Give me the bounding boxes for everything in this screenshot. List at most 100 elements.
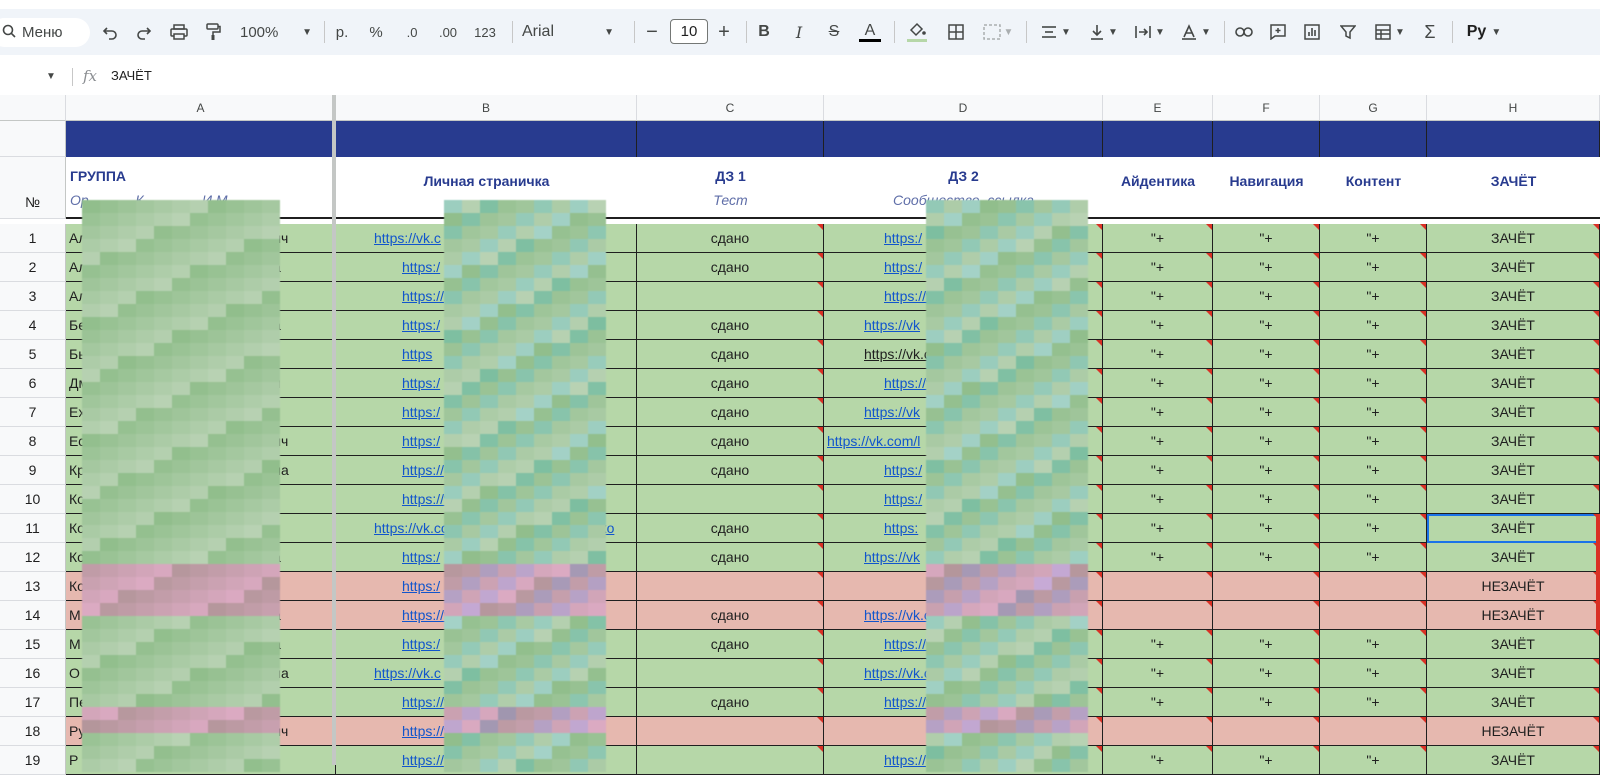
comment-icon[interactable] [1266,9,1290,55]
credit-cell[interactable]: ЗАЧЁТ [1427,543,1600,572]
identity-cell[interactable]: "+ [1103,340,1213,369]
content-cell[interactable] [1320,717,1427,746]
credit-cell[interactable]: ЗАЧЁТ [1427,688,1600,717]
content-cell[interactable]: "+ [1320,282,1427,311]
row-header[interactable]: 16 [0,659,66,688]
dz1-cell[interactable]: сдано [637,601,824,630]
row-header[interactable]: 8 [0,427,66,456]
content-cell[interactable]: "+ [1320,369,1427,398]
navigation-cell[interactable]: "+ [1213,398,1320,427]
row-header[interactable]: 10 [0,485,66,514]
navigation-cell[interactable]: "+ [1213,311,1320,340]
content-cell[interactable]: "+ [1320,427,1427,456]
align-vertical-icon[interactable]: ▼ [1084,9,1124,55]
row-header[interactable]: 1 [0,224,66,253]
content-cell[interactable]: "+ [1320,253,1427,282]
personal-page-link[interactable]: https://vk.c [374,230,441,246]
credit-cell[interactable]: ЗАЧЁТ [1427,311,1600,340]
row-header[interactable]: 7 [0,398,66,427]
undo-icon[interactable] [98,9,122,55]
row-header[interactable]: 13 [0,572,66,601]
content-cell[interactable]: "+ [1320,659,1427,688]
credit-cell[interactable]: ЗАЧЁТ [1427,282,1600,311]
identity-cell[interactable]: "+ [1103,514,1213,543]
credit-cell[interactable]: НЕЗАЧЁТ [1427,601,1600,630]
personal-page-link[interactable]: https:/ [402,375,440,391]
identity-cell[interactable] [1103,601,1213,630]
personal-page-link[interactable]: https:/ [402,549,440,565]
credit-cell[interactable]: НЕЗАЧЁТ [1427,572,1600,601]
navigation-cell[interactable]: "+ [1213,659,1320,688]
dz1-cell[interactable]: сдано [637,253,824,282]
navigation-cell[interactable]: "+ [1213,688,1320,717]
content-cell[interactable]: "+ [1320,746,1427,775]
column-header-g[interactable]: G [1320,95,1427,121]
identity-cell[interactable]: "+ [1103,543,1213,572]
community-link[interactable]: https://vk.c [864,346,931,362]
personal-page-link[interactable]: https://vk.c [374,665,441,681]
zoom-dropdown[interactable]: 100% ▼ [236,9,316,55]
bold-button[interactable]: B [752,9,776,55]
personal-page-link[interactable]: https:// [402,752,444,768]
functions-icon[interactable]: Σ [1418,9,1442,55]
navigation-cell[interactable]: "+ [1213,369,1320,398]
column-header-b[interactable]: B [336,95,637,121]
spreadsheet-grid[interactable]: ABCDEFGHI№ГРУППАОр К И.М.Личная страничк… [0,95,1600,775]
dz1-cell[interactable]: сдано [637,427,824,456]
dz1-cell[interactable]: сдано [637,514,824,543]
identity-cell[interactable] [1103,572,1213,601]
italic-button[interactable]: I [787,9,811,55]
dz1-cell[interactable]: сдано [637,369,824,398]
personal-page-link[interactable]: https:// [402,462,444,478]
identity-cell[interactable]: "+ [1103,427,1213,456]
dz1-cell[interactable]: сдано [637,224,824,253]
dz1-cell[interactable]: сдано [637,543,824,572]
redo-icon[interactable] [132,9,156,55]
dz1-cell[interactable] [637,485,824,514]
table-views-icon[interactable]: ▼ [1370,9,1410,55]
content-cell[interactable] [1320,601,1427,630]
navigation-cell[interactable] [1213,572,1320,601]
column-header-e[interactable]: E [1103,95,1213,121]
column-header-c[interactable]: C [637,95,824,121]
credit-cell[interactable]: ЗАЧЁТ [1427,659,1600,688]
filter-icon[interactable] [1336,9,1360,55]
community-link[interactable]: https://vk [864,549,920,565]
column-header-a[interactable]: A [66,95,336,121]
credit-cell[interactable]: ЗАЧЁТ [1427,369,1600,398]
credit-cell[interactable]: НЕЗАЧЁТ [1427,717,1600,746]
dz1-cell[interactable]: сдано [637,688,824,717]
community-link[interactable]: https: [884,520,918,536]
credit-cell[interactable]: ЗАЧЁТ [1427,427,1600,456]
increase-font-size-button[interactable]: + [712,9,736,55]
print-icon[interactable] [167,9,191,55]
row-header[interactable]: 18 [0,717,66,746]
row-header[interactable]: 17 [0,688,66,717]
community-link[interactable]: https:/ [884,491,922,507]
borders-icon[interactable] [944,9,968,55]
text-rotation-icon[interactable]: ▼ [1176,9,1216,55]
credit-cell[interactable]: ЗАЧЁТ [1427,398,1600,427]
font-dropdown[interactable]: Arial ▼ [522,9,622,55]
navigation-cell[interactable]: "+ [1213,427,1320,456]
content-cell[interactable]: "+ [1320,485,1427,514]
text-color-button[interactable]: A [858,9,882,55]
community-link[interactable]: https:/ [884,462,922,478]
row-header[interactable]: 3 [0,282,66,311]
identity-cell[interactable]: "+ [1103,688,1213,717]
dz1-cell[interactable]: сдано [637,630,824,659]
name-box-dropdown[interactable]: ▼ [46,71,56,82]
content-cell[interactable]: "+ [1320,514,1427,543]
community-link[interactable]: https://vk [864,317,920,333]
navigation-cell[interactable]: "+ [1213,253,1320,282]
credit-cell[interactable]: ЗАЧЁТ [1427,630,1600,659]
select-all-corner[interactable] [0,95,66,121]
row-header-band[interactable] [0,121,66,157]
content-cell[interactable]: "+ [1320,311,1427,340]
font-size-input[interactable]: 10 [670,19,708,44]
personal-page-link[interactable]: https [402,346,432,362]
community-link[interactable]: https:/ [884,230,922,246]
community-link[interactable]: https://vk.c [864,607,931,623]
personal-page-link[interactable]: https:// [402,288,444,304]
navigation-cell[interactable]: "+ [1213,630,1320,659]
